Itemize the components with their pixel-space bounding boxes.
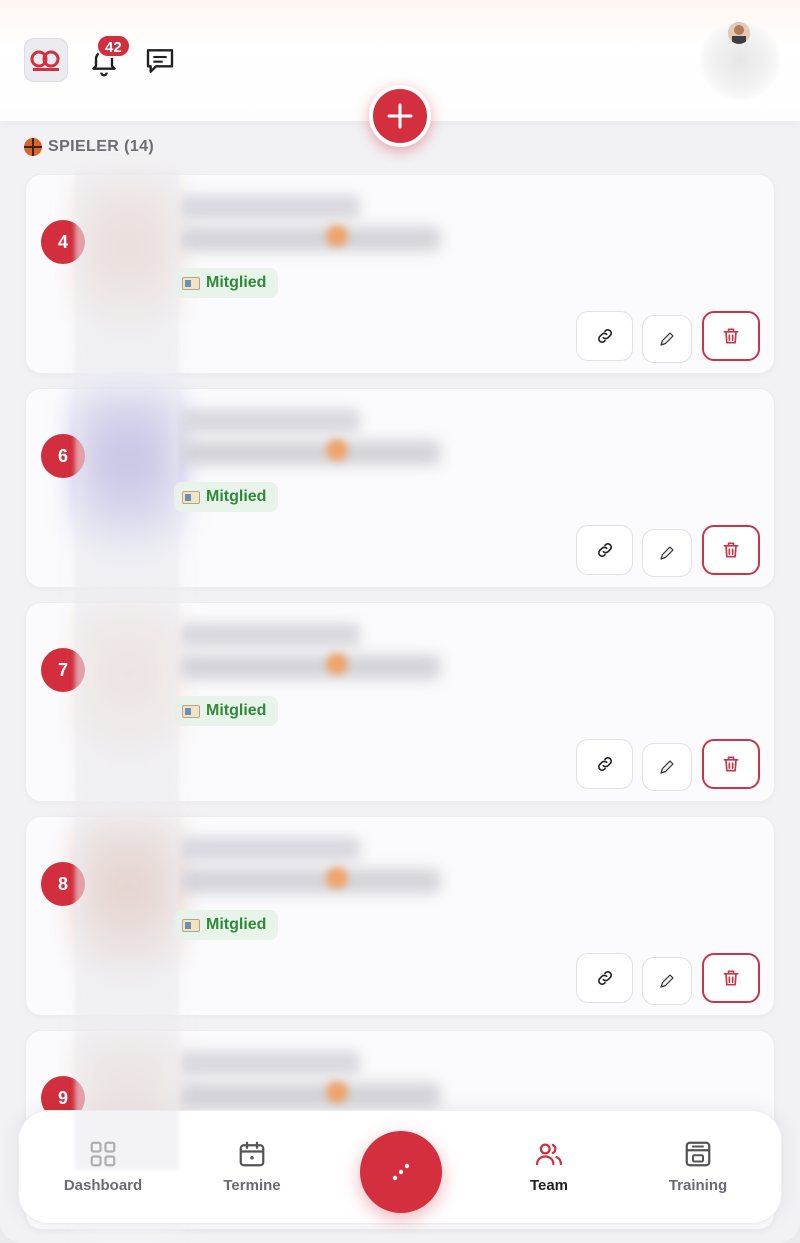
id-card-icon — [182, 918, 200, 932]
logo-mark-icon — [30, 50, 60, 71]
pencil-icon — [660, 974, 674, 988]
player-number-badge: 6 — [41, 434, 85, 478]
link-button[interactable] — [576, 739, 633, 789]
edit-button[interactable] — [642, 529, 692, 577]
delete-button[interactable] — [702, 953, 760, 1003]
edit-button[interactable] — [642, 957, 692, 1005]
role-label: Mitglied — [206, 916, 267, 933]
id-card-icon — [182, 490, 200, 504]
edit-button[interactable] — [642, 315, 692, 363]
messages-button[interactable] — [144, 46, 176, 76]
player-meta-redacted — [180, 441, 440, 465]
grid-icon — [90, 1141, 116, 1167]
player-name-redacted — [180, 837, 360, 861]
delete-button[interactable] — [702, 311, 760, 361]
player-photo — [76, 389, 180, 589]
section-title-text: SPIELER (14) — [48, 138, 155, 155]
player-number-badge: 8 — [41, 862, 85, 906]
center-action-button[interactable] — [360, 1131, 442, 1213]
role-label: Mitglied — [206, 702, 267, 719]
plus-icon — [387, 103, 413, 129]
player-meta-redacted — [180, 655, 440, 679]
player-number-badge: 7 — [41, 648, 85, 692]
player-name-redacted — [180, 1051, 360, 1075]
link-icon — [597, 329, 612, 343]
player-card[interactable]: 8 Mitglied — [25, 816, 775, 1017]
id-card-icon — [182, 276, 200, 290]
app-screen: 42 SPIELER (14) 4 Mitglied 6 Mitglied 7 … — [0, 0, 800, 1243]
nav-dashboard[interactable]: Dashboard — [33, 1139, 173, 1194]
delete-button[interactable] — [702, 739, 760, 789]
clipboard-icon — [685, 1141, 711, 1167]
link-icon — [597, 757, 612, 771]
nav-label: Team — [529, 1177, 569, 1194]
basketball-icon — [24, 138, 42, 156]
player-meta-redacted — [180, 227, 440, 251]
add-button[interactable] — [369, 85, 431, 147]
role-badge: Mitglied — [174, 696, 279, 726]
bottom-navigation: Dashboard Termine Team Training — [18, 1110, 782, 1224]
id-card-icon — [182, 704, 200, 718]
pencil-icon — [660, 760, 674, 774]
role-badge: Mitglied — [174, 910, 279, 940]
nav-team[interactable]: Team — [479, 1139, 619, 1194]
basketball-icon — [326, 225, 348, 247]
player-photo — [76, 175, 180, 375]
link-button[interactable] — [576, 311, 633, 361]
player-number-badge: 4 — [41, 220, 85, 264]
nav-label: Dashboard — [63, 1177, 143, 1194]
trash-icon — [723, 970, 739, 986]
role-badge: Mitglied — [174, 482, 279, 512]
player-name-redacted — [180, 195, 360, 219]
pencil-icon — [660, 546, 674, 560]
link-button[interactable] — [576, 525, 633, 575]
player-name-redacted — [180, 409, 360, 433]
player-photo — [76, 603, 180, 803]
delete-button[interactable] — [702, 525, 760, 575]
basketball-icon — [326, 1081, 348, 1103]
player-card[interactable]: 4 Mitglied — [25, 174, 775, 375]
player-card[interactable]: 6 Mitglied — [25, 388, 775, 589]
users-icon — [536, 1143, 562, 1166]
player-card[interactable]: 7 Mitglied — [25, 602, 775, 803]
role-label: Mitglied — [206, 274, 267, 291]
link-icon — [597, 543, 612, 557]
basketball-icon — [326, 867, 348, 889]
avatar[interactable] — [728, 22, 750, 44]
trash-icon — [723, 328, 739, 344]
avatar-image — [728, 22, 750, 44]
pencil-icon — [660, 332, 674, 346]
nav-termine[interactable]: Termine — [182, 1139, 322, 1194]
player-meta-redacted — [180, 869, 440, 893]
player-name-redacted — [180, 623, 360, 647]
basketball-icon — [326, 653, 348, 675]
club-logo[interactable] — [24, 38, 68, 82]
nav-training[interactable]: Training — [628, 1139, 768, 1194]
notification-count-badge: 42 — [96, 34, 131, 58]
trash-icon — [723, 542, 739, 558]
player-photo — [76, 817, 180, 1017]
edit-button[interactable] — [642, 743, 692, 791]
section-title: SPIELER (14) — [24, 138, 154, 156]
basketball-icon — [326, 439, 348, 461]
role-badge: Mitglied — [174, 268, 279, 298]
link-icon — [597, 971, 612, 985]
trash-icon — [723, 756, 739, 772]
nav-label: Training — [668, 1177, 728, 1194]
chat-icon — [146, 49, 174, 73]
calendar-icon — [239, 1141, 265, 1167]
player-meta-redacted — [180, 1083, 440, 1107]
role-label: Mitglied — [206, 488, 267, 505]
nav-label: Termine — [223, 1177, 281, 1194]
dots-icon — [392, 1163, 410, 1181]
link-button[interactable] — [576, 953, 633, 1003]
